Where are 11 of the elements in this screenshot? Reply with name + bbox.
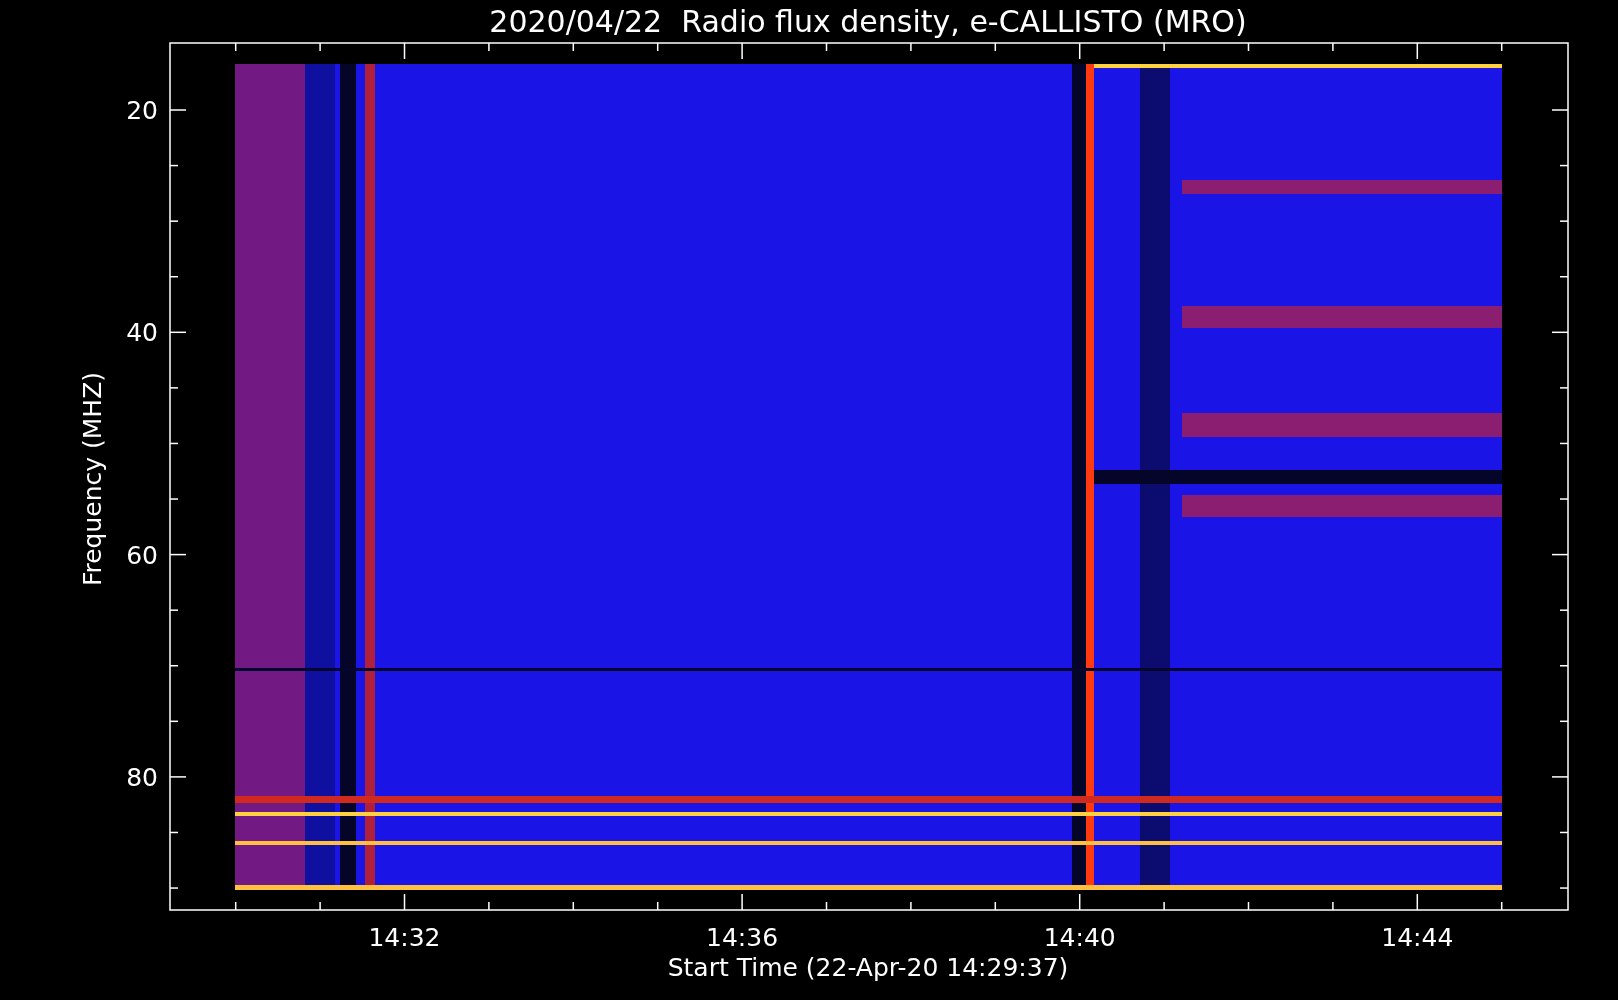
tick-label: 20 <box>126 96 158 125</box>
chart-title: 2020/04/22 Radio flux density, e-CALLISTO (MRO) <box>489 4 1247 39</box>
tick-label: 14:36 <box>706 923 779 952</box>
tick-label: 14:44 <box>1381 923 1454 952</box>
tick-label: 14:40 <box>1043 923 1116 952</box>
tick-label: 14:32 <box>368 923 441 952</box>
tick-label: 80 <box>126 762 158 792</box>
tick-label: 40 <box>126 318 158 348</box>
tick-label: 60 <box>126 540 158 570</box>
axis-title: Start Time (22-Apr-20 14:29:37) <box>667 953 1069 982</box>
axis-title: Frequency (MHZ) <box>78 371 107 587</box>
